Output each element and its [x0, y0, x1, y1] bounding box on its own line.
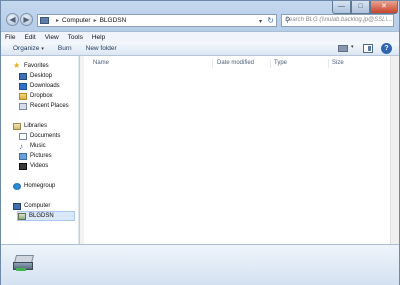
- command-bar: Organize ▾ Burn New folder ▾ ?: [1, 42, 399, 56]
- organize-label: Organize: [13, 45, 40, 52]
- nav-label: Homegroup: [24, 183, 56, 189]
- column-divider[interactable]: [270, 59, 271, 68]
- close-button[interactable]: ✕: [370, 1, 398, 14]
- menu-file[interactable]: File: [5, 34, 15, 41]
- nav-downloads[interactable]: Downloads: [19, 81, 60, 91]
- nav-label: Music: [30, 143, 46, 149]
- nav-label: Favorites: [24, 63, 49, 69]
- nav-homegroup[interactable]: Homegroup: [13, 181, 55, 191]
- nav-blgdsn[interactable]: BLGDSN: [17, 211, 75, 221]
- computer-icon: [13, 202, 21, 210]
- folder-icon: [19, 92, 27, 100]
- nav-label: Dropbox: [30, 93, 53, 99]
- nav-computer[interactable]: Computer: [13, 201, 50, 211]
- nav-documents[interactable]: Documents: [19, 131, 60, 141]
- help-icon[interactable]: ?: [381, 43, 392, 54]
- minimize-button[interactable]: —: [332, 1, 351, 14]
- nav-label: Downloads: [30, 83, 60, 89]
- pictures-icon: [19, 152, 27, 160]
- maximize-icon: □: [358, 3, 363, 10]
- drive-icon: [18, 212, 26, 220]
- menu-help[interactable]: Help: [92, 34, 105, 41]
- new-folder-button[interactable]: New folder: [86, 45, 117, 52]
- menu-edit[interactable]: Edit: [24, 34, 35, 41]
- drive-icon: [13, 253, 35, 273]
- forward-icon[interactable]: ▶: [20, 13, 33, 26]
- column-size[interactable]: Size: [332, 60, 344, 66]
- nav-label: Videos: [30, 163, 49, 169]
- content-scrollbar[interactable]: [390, 56, 399, 244]
- chevron-down-icon[interactable]: ▾: [259, 18, 262, 25]
- chevron-right-icon: ▸: [56, 18, 60, 24]
- column-divider[interactable]: [328, 59, 329, 68]
- preview-pane-icon[interactable]: [363, 44, 373, 53]
- column-date-modified[interactable]: Date modified: [217, 60, 254, 66]
- chevron-down-icon: ▾: [41, 46, 44, 52]
- menu-view[interactable]: View: [45, 34, 59, 41]
- nav-label: Documents: [30, 133, 61, 139]
- refresh-icon[interactable]: ↻: [267, 16, 274, 25]
- recent-places-icon: [19, 102, 27, 110]
- nav-label: Pictures: [30, 153, 52, 159]
- minimize-icon: —: [338, 3, 345, 10]
- desktop-icon: [19, 72, 27, 80]
- menu-bar: File Edit View Tools Help: [1, 31, 399, 42]
- nav-libraries[interactable]: Libraries: [13, 121, 47, 131]
- column-divider[interactable]: [212, 59, 213, 68]
- navigation-pane: ★ Favorites Desktop Downloads Dropbox Re…: [1, 56, 79, 244]
- music-icon: ♪: [19, 141, 23, 151]
- nav-label: Computer: [24, 203, 51, 209]
- nav-label: BLGDSN: [29, 213, 54, 219]
- nav-label: Recent Places: [30, 103, 69, 109]
- file-list: Name Date modified Type Size: [84, 56, 390, 244]
- nav-label: Desktop: [30, 73, 53, 79]
- nav-pictures[interactable]: Pictures: [19, 151, 52, 161]
- details-pane: [1, 244, 399, 285]
- address-bar[interactable]: ▸ Computer ▸ BLGDSN ▾ ↻: [37, 14, 277, 27]
- title-bar: ◀ ▶ ▸ Computer ▸ BLGDSN ▾ ↻ Search BLG (…: [1, 1, 399, 31]
- homegroup-icon: [13, 182, 21, 190]
- maximize-button[interactable]: □: [351, 1, 370, 14]
- nav-music[interactable]: ♪ Music: [19, 141, 46, 151]
- close-icon: ✕: [381, 3, 387, 10]
- search-icon[interactable]: ⚲: [285, 16, 391, 24]
- nav-desktop[interactable]: Desktop: [19, 71, 52, 81]
- back-icon[interactable]: ◀: [6, 13, 19, 26]
- documents-icon: [19, 132, 27, 140]
- organize-button[interactable]: Organize ▾: [13, 45, 44, 52]
- star-icon: ★: [13, 61, 21, 70]
- breadcrumb-computer[interactable]: Computer: [62, 17, 91, 24]
- menu-tools[interactable]: Tools: [68, 34, 83, 41]
- search-input[interactable]: Search BLG (\\nulab.backlog.jp@SSL\... ⚲: [281, 14, 394, 27]
- nav-dropbox[interactable]: Dropbox: [19, 91, 53, 101]
- breadcrumb-blgdsn[interactable]: BLGDSN: [100, 17, 127, 24]
- nav-label: Libraries: [24, 123, 48, 129]
- nav-favorites[interactable]: ★ Favorites: [13, 61, 49, 71]
- chevron-right-icon: ▸: [93, 18, 97, 24]
- burn-button[interactable]: Burn: [58, 45, 72, 52]
- chevron-down-icon[interactable]: ▾: [351, 44, 354, 50]
- column-type[interactable]: Type: [274, 60, 287, 66]
- nav-videos[interactable]: Videos: [19, 161, 48, 171]
- computer-icon: [40, 17, 49, 24]
- nav-recent-places[interactable]: Recent Places: [19, 101, 69, 111]
- column-name[interactable]: Name: [93, 60, 109, 66]
- library-icon: [13, 122, 21, 130]
- downloads-icon: [19, 82, 27, 90]
- videos-icon: [19, 162, 27, 170]
- explorer-window: ◀ ▶ ▸ Computer ▸ BLGDSN ▾ ↻ Search BLG (…: [0, 0, 400, 285]
- view-icon[interactable]: [338, 45, 348, 52]
